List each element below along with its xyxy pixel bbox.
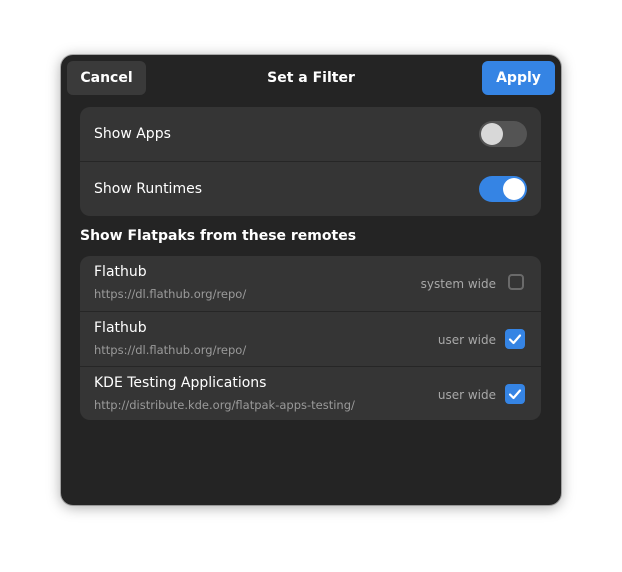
remote-row[interactable]: KDE Testing Applications http://distribu… [80, 366, 541, 420]
remotes-heading: Show Flatpaks from these remotes [80, 228, 357, 244]
remote-url: http://distribute.kde.org/flatpak-apps-t… [94, 398, 355, 412]
show-apps-label: Show Apps [94, 126, 171, 142]
remote-checkbox[interactable] [505, 384, 525, 404]
remote-url: https://dl.flathub.org/repo/ [94, 287, 247, 301]
remote-row[interactable]: Flathub https://dl.flathub.org/repo/ sys… [80, 256, 541, 311]
switch-knob [503, 178, 525, 200]
remote-scope: user wide [437, 332, 496, 347]
remotes-list: Flathub https://dl.flathub.org/repo/ sys… [80, 256, 541, 420]
remote-scope: system wide [420, 276, 496, 291]
toggles-list: Show Apps Show Runtimes [80, 107, 541, 216]
remote-url: https://dl.flathub.org/repo/ [94, 343, 247, 357]
switch-knob [481, 123, 503, 145]
apply-button[interactable]: Apply [482, 61, 555, 95]
checkmark-icon [508, 389, 522, 400]
remote-name: Flathub [94, 320, 147, 336]
show-runtimes-switch[interactable] [479, 176, 527, 202]
show-apps-switch[interactable] [479, 121, 527, 147]
remote-row[interactable]: Flathub https://dl.flathub.org/repo/ use… [80, 311, 541, 366]
checkmark-icon [508, 334, 522, 345]
remote-name: KDE Testing Applications [94, 375, 267, 391]
filter-dialog: Cancel Set a Filter Apply Show Apps Show… [61, 55, 561, 505]
remote-checkbox[interactable] [508, 274, 524, 290]
remote-name: Flathub [94, 264, 147, 280]
show-apps-row[interactable]: Show Apps [80, 107, 541, 161]
header-bar: Cancel Set a Filter Apply [61, 55, 561, 101]
show-runtimes-label: Show Runtimes [94, 181, 202, 197]
remote-scope: user wide [437, 387, 496, 402]
remote-checkbox[interactable] [505, 329, 525, 349]
show-runtimes-row[interactable]: Show Runtimes [80, 161, 541, 215]
cancel-button[interactable]: Cancel [67, 61, 146, 95]
